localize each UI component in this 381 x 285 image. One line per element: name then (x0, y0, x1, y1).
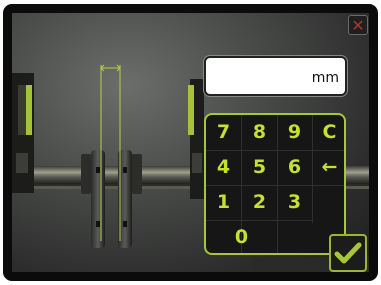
key-2[interactable]: 2 (242, 185, 277, 220)
unit-label: mm (311, 70, 339, 86)
key-3[interactable]: 3 (277, 185, 312, 220)
screen: ✕ mm 7 8 9 C 4 5 6 ← 1 2 3 0 (12, 13, 369, 272)
key-8[interactable]: 8 (242, 115, 277, 150)
numeric-keypad: 7 8 9 C 4 5 6 ← 1 2 3 0 (204, 113, 346, 255)
key-6[interactable]: 6 (277, 150, 312, 185)
key-9[interactable]: 9 (277, 115, 312, 150)
measurement-input[interactable]: mm (204, 56, 347, 96)
close-x-icon: ✕ (351, 16, 365, 35)
key-clear[interactable]: C (312, 115, 344, 150)
key-7[interactable]: 7 (206, 115, 241, 150)
key-backspace[interactable]: ← (312, 150, 344, 185)
key-0[interactable]: 0 (224, 220, 259, 253)
checkmark-icon (334, 242, 362, 264)
device-frame: ✕ mm 7 8 9 C 4 5 6 ← 1 2 3 0 (3, 4, 378, 281)
key-5[interactable]: 5 (242, 150, 277, 185)
key-4[interactable]: 4 (206, 150, 241, 185)
close-button[interactable]: ✕ (348, 15, 368, 35)
key-1[interactable]: 1 (206, 185, 241, 220)
confirm-button[interactable] (329, 234, 367, 272)
